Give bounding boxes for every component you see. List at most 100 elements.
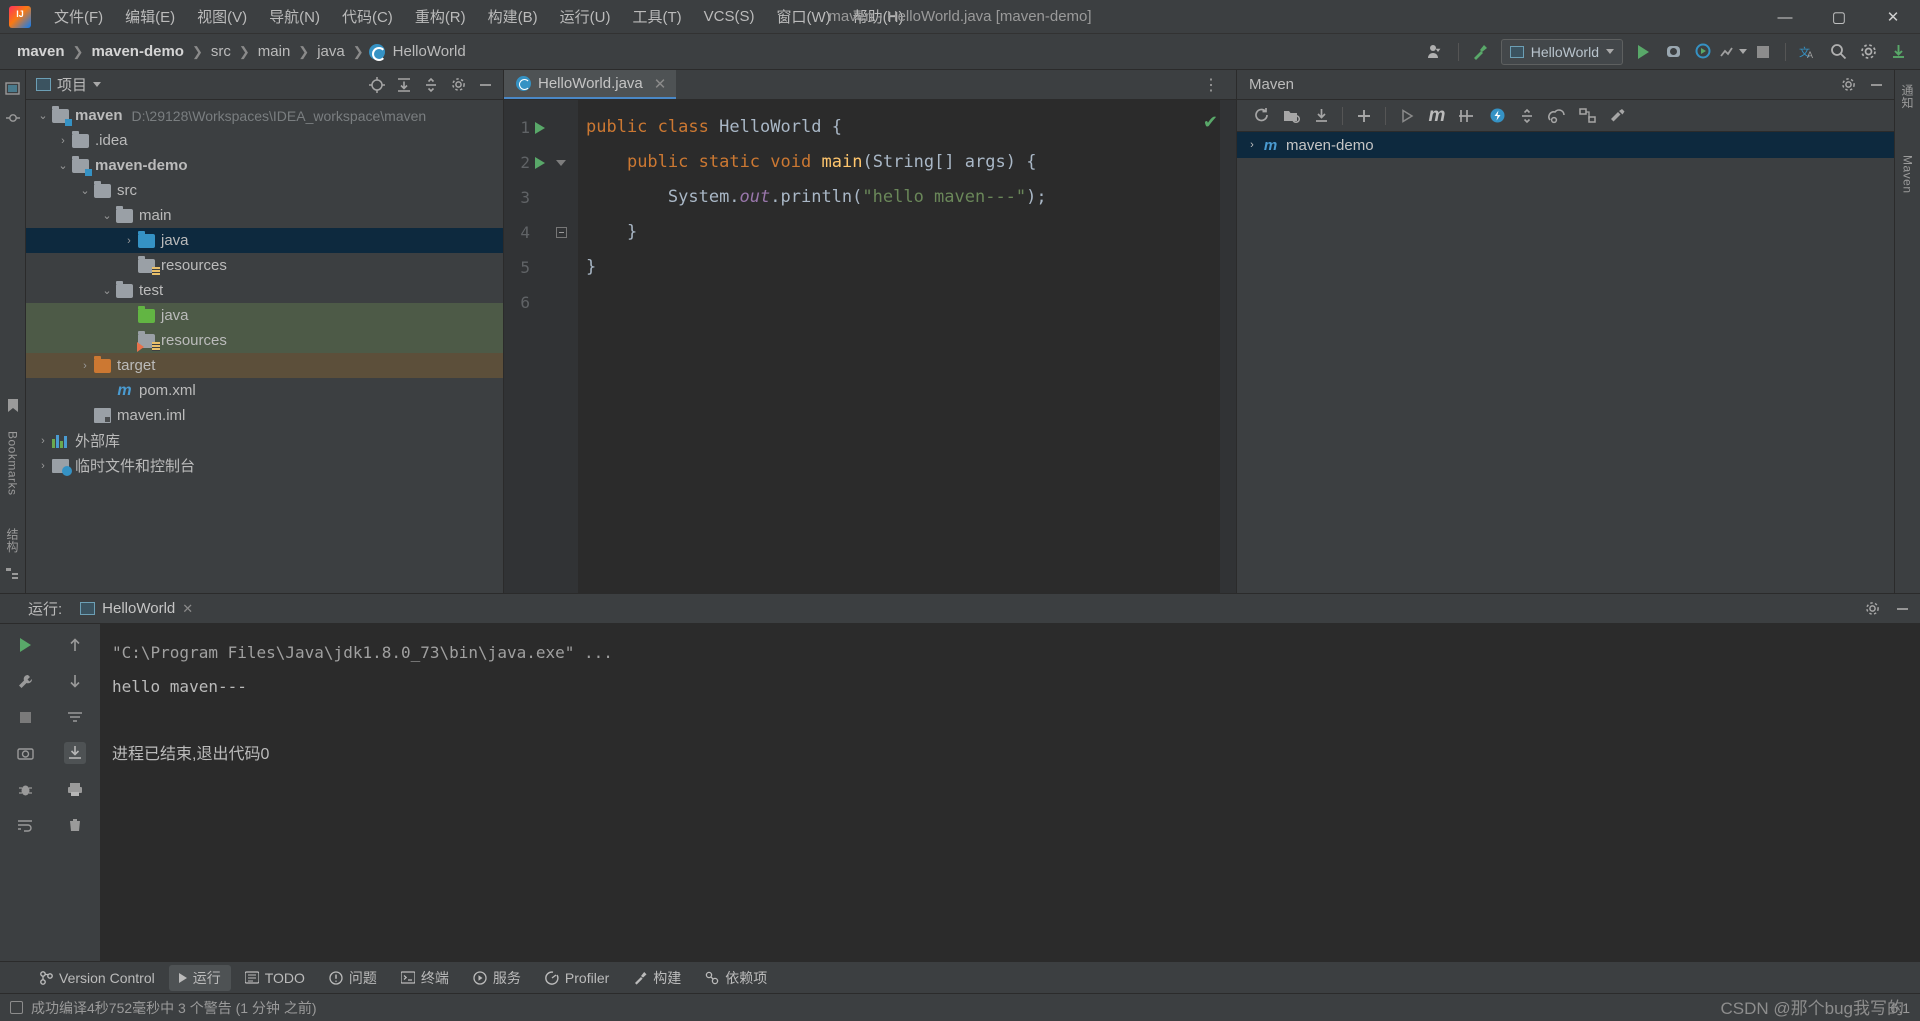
rerun-icon[interactable] [14, 634, 36, 656]
run-with-coverage-button[interactable] [1689, 39, 1717, 65]
tree-row-main[interactable]: ⌄ main [26, 203, 503, 228]
status-message[interactable]: 成功编译4秒752毫秒中 3 个警告 (1 分钟 之前) [31, 998, 317, 1018]
editor-gutter[interactable]: 1 2 3 4 5 6 [504, 100, 578, 593]
menu-code[interactable]: 代码(C) [331, 2, 404, 31]
chevron-down-icon[interactable]: ⌄ [56, 159, 70, 173]
skip-tests-icon[interactable] [1453, 103, 1481, 129]
inspection-status-icon[interactable]: ✔ [1203, 112, 1218, 133]
run-gutter-icon[interactable] [530, 156, 550, 169]
breadcrumb-item-src[interactable]: src [208, 41, 234, 62]
camera-icon[interactable] [14, 742, 36, 764]
structure-icon[interactable] [3, 563, 23, 583]
more-options-icon[interactable]: ⋮ [1195, 75, 1228, 95]
close-icon[interactable]: ✕ [182, 601, 193, 617]
add-icon[interactable] [1350, 103, 1378, 129]
chevron-down-icon[interactable]: ⌄ [100, 284, 114, 298]
chevron-right-icon[interactable]: › [56, 134, 70, 148]
tree-row-maven-demo[interactable]: ⌄ maven-demo [26, 153, 503, 178]
reload-icon[interactable] [1247, 103, 1275, 129]
run-button[interactable] [1629, 39, 1657, 65]
editor-scrollbar[interactable] [1220, 100, 1236, 593]
tree-row-scratches[interactable]: › 临时文件和控制台 [26, 453, 503, 478]
chevron-right-icon[interactable]: › [1245, 138, 1259, 152]
settings-icon[interactable] [1860, 597, 1884, 621]
add-folder-icon[interactable] [1277, 103, 1305, 129]
menu-build[interactable]: 构建(B) [477, 2, 549, 31]
run-icon[interactable] [1393, 103, 1421, 129]
maven-tree-row-maven-demo[interactable]: › m maven-demo [1237, 132, 1894, 158]
menu-vcs[interactable]: VCS(S) [693, 4, 766, 29]
toolwindow-build[interactable]: 构建 [623, 965, 691, 991]
toolwindow-version-control[interactable]: Version Control [30, 967, 165, 989]
chevron-right-icon[interactable]: › [78, 359, 92, 373]
profile-button[interactable] [1719, 39, 1747, 65]
bug-icon[interactable] [14, 778, 36, 800]
breadcrumb-item-maven-demo[interactable]: maven-demo [88, 41, 187, 62]
breadcrumb-item-maven[interactable]: maven [14, 41, 68, 62]
menu-file[interactable]: 文件(F) [43, 2, 114, 31]
tree-row-target[interactable]: › target [26, 353, 503, 378]
toolwindow-todo[interactable]: TODO [235, 967, 315, 989]
toolwindow-terminal[interactable]: 终端 [391, 965, 459, 991]
tree-row-main-resources[interactable]: › resources [26, 253, 503, 278]
tree-row-maven-iml[interactable]: › maven.iml [26, 403, 503, 428]
locate-icon[interactable] [365, 73, 389, 97]
tree-row-main-java[interactable]: › java [26, 228, 503, 253]
print-icon[interactable] [64, 778, 86, 800]
translate-icon[interactable]: 文A [1794, 39, 1822, 65]
bookmark-icon[interactable] [3, 395, 23, 415]
tree-row-src[interactable]: ⌄ src [26, 178, 503, 203]
settings-icon[interactable] [1854, 39, 1882, 65]
minimize-button[interactable]: — [1758, 0, 1812, 34]
wrap-icon[interactable] [14, 814, 36, 836]
left-strip-label-structure[interactable]: 结构 [4, 528, 21, 553]
menu-edit[interactable]: 编辑(E) [114, 2, 186, 31]
stop-button[interactable] [1749, 39, 1777, 65]
wrench-icon[interactable] [14, 670, 36, 692]
close-button[interactable]: ✕ [1866, 0, 1920, 34]
chevron-right-icon[interactable]: › [122, 234, 136, 248]
settings-icon[interactable] [446, 73, 470, 97]
hammer-icon[interactable] [1467, 39, 1495, 65]
project-icon[interactable] [3, 78, 23, 98]
chevron-down-icon[interactable] [93, 82, 102, 87]
trash-icon[interactable] [64, 814, 86, 836]
run-tab-helloworld[interactable]: HelloWorld ✕ [80, 600, 193, 617]
menu-tools[interactable]: 工具(T) [621, 2, 692, 31]
chevron-down-icon[interactable]: ⌄ [78, 184, 92, 198]
toolwindow-problems[interactable]: 问题 [319, 965, 387, 991]
run-configuration-selector[interactable]: HelloWorld [1500, 38, 1623, 65]
tree-row-external-libraries[interactable]: › 外部库 [26, 428, 503, 453]
menu-refactor[interactable]: 重构(R) [404, 2, 477, 31]
chevron-down-icon[interactable]: ⌄ [100, 209, 114, 223]
tree-row-pom-xml[interactable]: › m pom.xml [26, 378, 503, 403]
code-content[interactable]: public class HelloWorld { public static … [578, 100, 1220, 593]
close-icon[interactable]: ✕ [654, 75, 667, 93]
breadcrumb-item-java[interactable]: java [314, 41, 348, 62]
settings-icon[interactable] [1836, 73, 1860, 97]
commit-icon[interactable] [3, 108, 23, 128]
console-output[interactable]: "C:\Program Files\Java\jdk1.8.0_73\bin\j… [100, 624, 1920, 961]
tree-row-idea[interactable]: › .idea [26, 128, 503, 153]
toggle-offline-icon[interactable] [1543, 103, 1571, 129]
breadcrumb-item-helloworld[interactable]: HelloWorld [390, 41, 469, 62]
filter-icon[interactable] [64, 706, 86, 728]
toolwindow-profiler[interactable]: Profiler [535, 967, 619, 989]
user-icon[interactable] [1422, 39, 1450, 65]
breadcrumb-item-main[interactable]: main [255, 41, 294, 62]
toolwindow-run[interactable]: 运行 [168, 964, 231, 991]
tree-row-test-resources[interactable]: › resources [26, 328, 503, 353]
collapse-all-icon[interactable] [419, 73, 443, 97]
stop-icon[interactable] [14, 706, 36, 728]
hide-icon[interactable] [1864, 73, 1888, 97]
update-icon[interactable] [1884, 39, 1912, 65]
execute-icon[interactable] [1483, 103, 1511, 129]
tree-row-test[interactable]: ⌄ test [26, 278, 503, 303]
fold-start-icon[interactable] [550, 227, 572, 238]
menu-view[interactable]: 视图(V) [186, 2, 258, 31]
maven-goal-icon[interactable]: m [1423, 103, 1451, 129]
down-icon[interactable] [64, 670, 86, 692]
code-editor[interactable]: 1 2 3 4 5 6 public class HelloWorld {pu… [504, 100, 1236, 593]
chevron-right-icon[interactable]: › [36, 434, 50, 448]
run-gutter-icon[interactable] [530, 121, 550, 134]
